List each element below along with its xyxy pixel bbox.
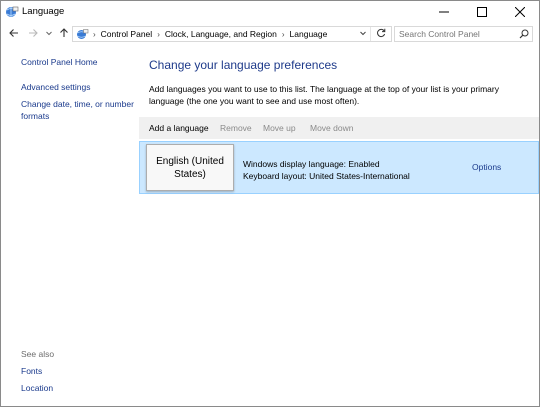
search-box[interactable] [394, 26, 533, 42]
up-button[interactable] [57, 26, 71, 42]
see-also-label: See also [21, 349, 55, 359]
up-arrow-icon [59, 28, 69, 40]
fonts-link[interactable]: Fonts [21, 365, 42, 377]
language-details: Windows display language: Enabled Keyboa… [243, 158, 410, 182]
language-window: Language › Control Panel › Clock, Langua… [0, 0, 540, 407]
language-options-link[interactable]: Options [472, 162, 501, 172]
page-description: Add languages you want to use to this li… [149, 84, 499, 106]
advanced-settings-link[interactable]: Advanced settings [21, 81, 90, 93]
breadcrumb: › Control Panel › Clock, Language, and Regi… [93, 29, 327, 39]
title-bar: Language [1, 1, 539, 23]
keyboard-layout-info: Keyboard layout: United States-Internati… [243, 171, 410, 181]
remove-button[interactable]: Remove [220, 123, 252, 133]
move-down-button[interactable]: Move down [310, 123, 353, 133]
close-icon [515, 7, 525, 17]
sidebar: Control Panel Home Advanced settings Cha… [1, 45, 139, 406]
language-tile[interactable]: English (United States) [146, 144, 234, 191]
language-toolbar: Add a language Remove Move up Move down [139, 117, 539, 139]
recent-locations-button[interactable] [42, 26, 56, 42]
refresh-icon [376, 28, 386, 40]
search-input[interactable] [399, 29, 511, 39]
language-app-icon [5, 5, 19, 19]
move-up-button[interactable]: Move up [263, 123, 296, 133]
minimize-button[interactable] [425, 1, 463, 23]
close-button[interactable] [501, 1, 539, 23]
forward-button[interactable] [26, 26, 40, 42]
maximize-button[interactable] [463, 1, 501, 23]
address-bar[interactable]: › Control Panel › Clock, Language, and Regi… [72, 26, 392, 42]
maximize-icon [477, 7, 487, 17]
chevron-right-icon: › [93, 30, 96, 39]
refresh-button[interactable] [373, 27, 389, 41]
window-title: Language [22, 6, 65, 17]
search-icon[interactable] [519, 29, 529, 39]
add-language-button[interactable]: Add a language [149, 123, 209, 133]
breadcrumb-language[interactable]: Language [290, 29, 328, 39]
breadcrumb-control-panel[interactable]: Control Panel [101, 29, 153, 39]
back-arrow-icon [9, 28, 19, 40]
breadcrumb-clock-language-region[interactable]: Clock, Language, and Region [165, 29, 277, 39]
chevron-right-icon: › [281, 30, 285, 39]
location-link[interactable]: Location [21, 382, 53, 394]
page-title: Change your language preferences [149, 58, 338, 72]
minimize-icon [439, 7, 449, 17]
chevron-down-icon [45, 29, 53, 39]
change-date-time-formats-link[interactable]: Change date, time, or number formats [21, 98, 139, 122]
control-panel-icon [76, 28, 89, 41]
chevron-down-icon [359, 29, 367, 39]
language-name: English (United States) [156, 155, 224, 180]
address-dropdown-button[interactable] [356, 27, 371, 41]
forward-arrow-icon [28, 28, 38, 40]
control-panel-home-link[interactable]: Control Panel Home [21, 56, 98, 68]
display-language-status: Windows display language: Enabled [243, 159, 380, 169]
language-list-item[interactable]: English (United States) Windows display … [139, 141, 539, 194]
navigation-bar: › Control Panel › Clock, Language, and Regi… [1, 23, 539, 45]
back-button[interactable] [7, 26, 21, 42]
chevron-right-icon: › [157, 30, 160, 39]
main-content: Change your language preferences Add lan… [139, 45, 539, 406]
